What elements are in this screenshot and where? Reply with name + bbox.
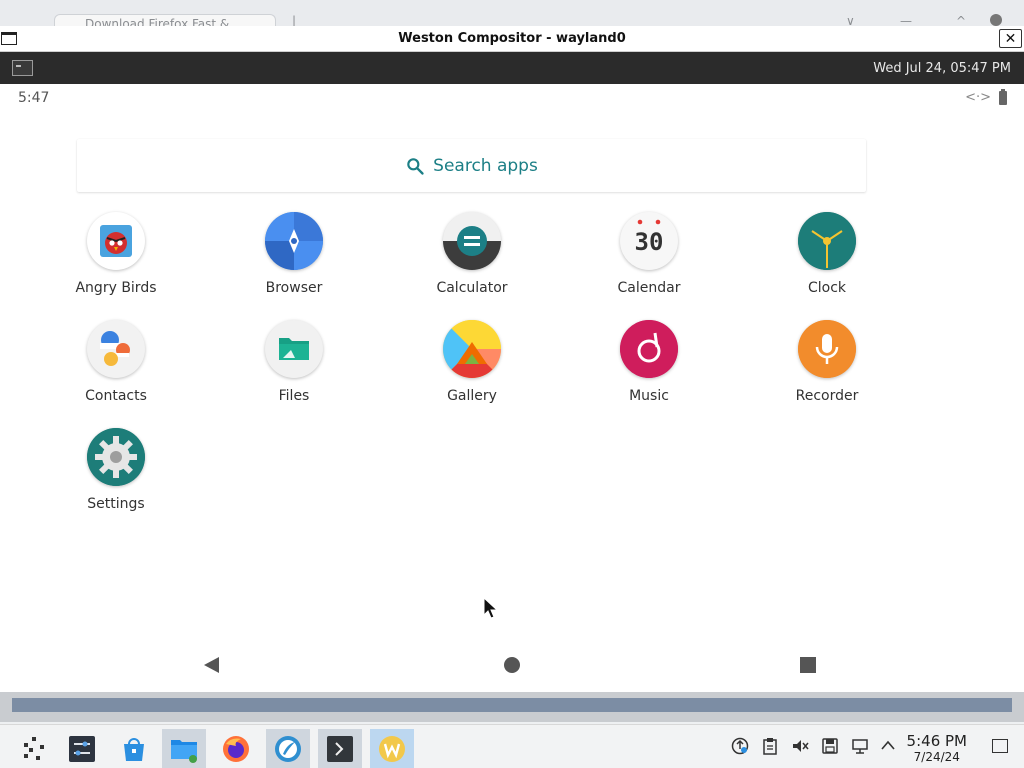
calendar-day: 30 [634, 228, 664, 256]
clock-icon [798, 212, 856, 270]
app-clock[interactable]: Clock [757, 212, 897, 296]
recent-apps-icon[interactable] [800, 657, 816, 673]
app-gallery[interactable]: Gallery [402, 320, 542, 404]
system-settings-icon [69, 736, 95, 762]
data-transfer-icon: <·> [965, 90, 991, 105]
search-apps-bar[interactable]: Search apps [77, 139, 866, 192]
taskbar-firefox[interactable] [214, 729, 258, 768]
close-circle-icon [990, 14, 1002, 26]
browser-icon [265, 212, 323, 270]
home-icon[interactable] [504, 657, 520, 673]
update-notifier-icon[interactable] [731, 737, 749, 755]
app-label: Browser [265, 280, 323, 296]
calendar-icon: 30 [620, 212, 678, 270]
app-label: Gallery [447, 388, 497, 404]
app-settings[interactable]: Settings [46, 428, 186, 512]
status-bar-icons: <·> [965, 88, 1007, 105]
app-launcher-button[interactable] [12, 729, 56, 768]
app-label: Contacts [85, 388, 147, 404]
contacts-icon [87, 320, 145, 378]
app-calendar[interactable]: 30 Calendar [579, 212, 719, 296]
android-nav-bar [0, 644, 1024, 684]
volume-muted-icon[interactable] [791, 737, 809, 755]
app-recorder[interactable]: Recorder [757, 320, 897, 404]
app-label: Angry Birds [75, 280, 157, 296]
mouse-cursor-icon [483, 597, 499, 619]
status-bar-time: 5:47 [18, 90, 50, 106]
terminal-launcher-icon[interactable] [12, 60, 33, 76]
file-manager-icon [171, 740, 197, 763]
taskbar-waydroid[interactable] [266, 729, 310, 768]
app-files[interactable]: Files [224, 320, 364, 404]
taskbar-system-settings[interactable] [60, 729, 104, 768]
background-window-content [12, 698, 1012, 712]
weston-panel: Wed Jul 24, 05:47 PM [0, 52, 1024, 84]
music-icon [620, 320, 678, 378]
taskbar-date: 7/24/24 [913, 750, 960, 764]
window-titlebar[interactable]: Weston Compositor - wayland0 ✕ [0, 26, 1024, 52]
android-launcher-screen: 5:47 <·> Search apps Angry Birds Browser… [0, 84, 1024, 692]
app-label: Music [629, 388, 669, 404]
network-wired-icon[interactable] [851, 737, 869, 755]
window-close-button[interactable]: ✕ [999, 29, 1022, 48]
taskbar-clock[interactable]: 5:46 PM 7/24/24 [907, 732, 967, 764]
background-window-strip [0, 692, 1024, 722]
app-contacts[interactable]: Contacts [46, 320, 186, 404]
search-icon [407, 157, 424, 175]
tray-expand-icon[interactable] [879, 737, 897, 755]
show-desktop-icon[interactable] [992, 739, 1008, 753]
clipboard-icon[interactable] [761, 737, 779, 755]
window-title: Weston Compositor - wayland0 [398, 31, 626, 46]
gallery-icon [443, 320, 501, 378]
app-browser[interactable]: Browser [224, 212, 364, 296]
app-label: Clock [807, 280, 847, 296]
calculator-icon [443, 212, 501, 270]
taskbar-weston[interactable] [370, 729, 414, 768]
taskbar-time: 5:46 PM [906, 732, 967, 750]
app-label: Settings [87, 496, 145, 512]
app-label: Files [278, 388, 310, 404]
disk-icon[interactable] [821, 737, 839, 755]
search-apps-label: Search apps [433, 155, 538, 176]
app-label: Recorder [795, 388, 859, 404]
weston-icon [379, 736, 405, 762]
app-label: Calendar [617, 280, 681, 296]
firefox-icon [223, 736, 249, 762]
discover-store-icon [124, 738, 144, 761]
app-label: Calculator [436, 280, 508, 296]
app-music[interactable]: Music [579, 320, 719, 404]
app-calculator[interactable]: Calculator [402, 212, 542, 296]
app-angry-birds[interactable]: Angry Birds [46, 212, 186, 296]
terminal-icon [327, 736, 353, 762]
panel-clock: Wed Jul 24, 05:47 PM [873, 61, 1011, 76]
taskbar-file-manager[interactable] [162, 729, 206, 768]
recorder-icon [798, 320, 856, 378]
angry-birds-icon [87, 212, 145, 270]
taskbar: 5:46 PM 7/24/24 [0, 724, 1024, 768]
files-icon [265, 320, 323, 378]
launcher-icon [24, 737, 44, 760]
battery-icon [999, 88, 1007, 105]
taskbar-terminal[interactable] [318, 729, 362, 768]
waydroid-icon [275, 736, 301, 762]
taskbar-discover[interactable] [112, 729, 156, 768]
back-icon[interactable] [204, 657, 219, 673]
settings-icon [87, 428, 145, 486]
